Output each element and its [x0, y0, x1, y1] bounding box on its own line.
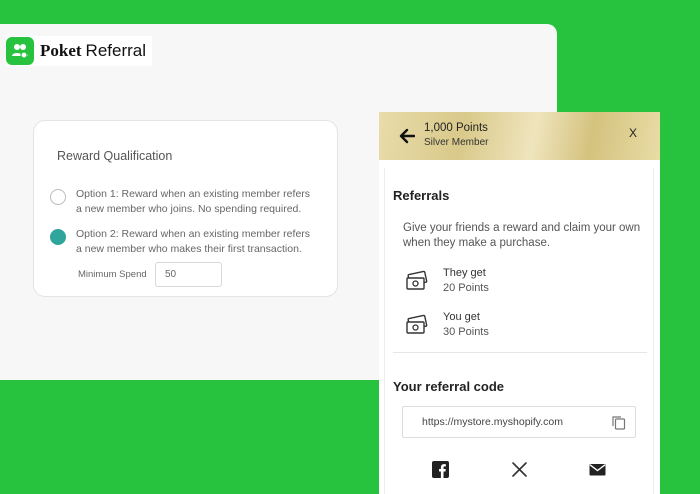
- referral-code-value: https://mystore.myshopify.com: [422, 416, 564, 428]
- referral-code-box[interactable]: https://mystore.myshopify.com: [402, 406, 636, 438]
- option-2-radio[interactable]: [50, 229, 66, 245]
- brand-name: Poket Referral: [40, 41, 146, 61]
- benefit-label: They get: [443, 267, 486, 279]
- reward-option-2[interactable]: Option 2: Reward when an existing member…: [50, 227, 316, 257]
- money-icon: [406, 314, 428, 334]
- option-2-label: Option 2: Reward when an existing member…: [76, 228, 311, 255]
- reward-qualification-title: Reward Qualification: [57, 149, 173, 163]
- copy-icon[interactable]: [611, 415, 626, 430]
- back-arrow-icon[interactable]: [399, 128, 415, 144]
- member-level: Silver Member: [424, 137, 489, 148]
- benefit-value: 30 Points: [443, 326, 489, 338]
- option-1-radio[interactable]: [50, 189, 66, 205]
- users-icon: [6, 37, 34, 65]
- benefit-value: 20 Points: [443, 282, 489, 294]
- referral-code-heading: Your referral code: [393, 379, 505, 394]
- widget-body: Referrals Give your friends a reward and…: [384, 168, 654, 494]
- x-twitter-icon[interactable]: [511, 461, 528, 478]
- widget-header: 1,000 Points Silver Member X: [379, 112, 660, 160]
- divider: [393, 352, 647, 353]
- brand-logo-lockup: Poket Referral: [6, 36, 153, 66]
- points-title: 1,000 Points: [424, 122, 488, 134]
- benefit-label: You get: [443, 311, 480, 323]
- brand-name-bold: Poket: [40, 41, 82, 60]
- email-icon[interactable]: [589, 461, 606, 478]
- brand-name-light: Referral: [85, 41, 147, 60]
- close-button[interactable]: X: [629, 126, 637, 140]
- option-1-label: Option 1: Reward when an existing member…: [76, 188, 311, 215]
- benefit-they-get: They get 20 Points: [405, 266, 489, 296]
- referrals-heading: Referrals: [393, 188, 450, 203]
- referral-widget: 1,000 Points Silver Member X Referrals G…: [379, 112, 660, 494]
- reward-qualification-card: Reward Qualification Option 1: Reward wh…: [33, 120, 338, 297]
- minimum-spend-label: Minimum Spend: [78, 269, 147, 280]
- minimum-spend-input[interactable]: [155, 262, 222, 287]
- facebook-icon[interactable]: [432, 461, 449, 478]
- money-icon: [406, 270, 428, 290]
- benefit-you-get: You get 30 Points: [405, 310, 489, 340]
- referrals-description: Give your friends a reward and claim you…: [403, 222, 641, 249]
- reward-option-1[interactable]: Option 1: Reward when an existing member…: [50, 187, 316, 217]
